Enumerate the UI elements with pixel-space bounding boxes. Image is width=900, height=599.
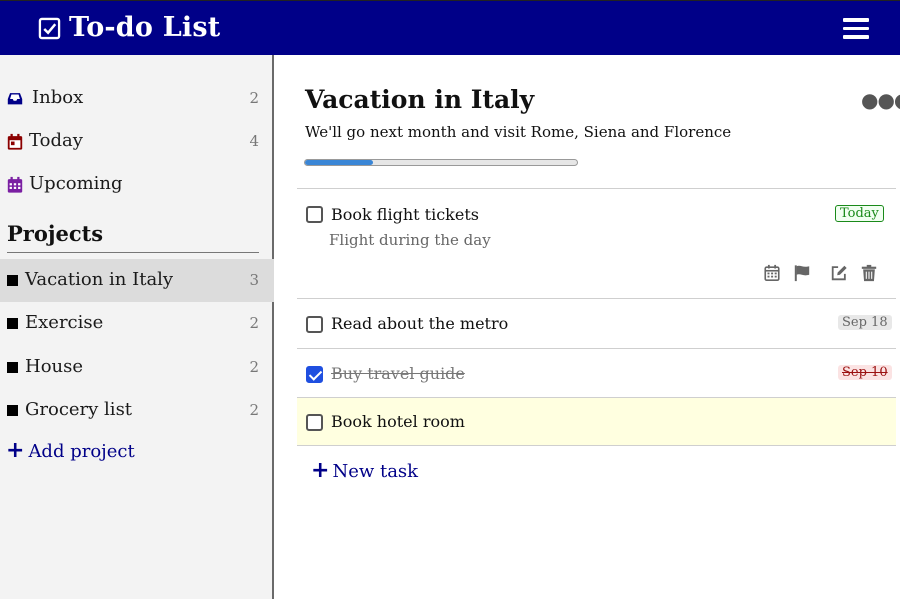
project-count: 2 <box>249 358 259 376</box>
add-project-button[interactable]: + Add project <box>6 438 135 463</box>
app-title: To-do List <box>69 12 221 43</box>
app-header: To-do List <box>0 0 900 55</box>
task-checkbox[interactable] <box>306 414 323 431</box>
project-view: Vacation in Italy ●●● We'll go next mont… <box>276 55 900 599</box>
project-label: House <box>25 356 84 377</box>
project-description: We'll go next month and visit Rome, Sien… <box>305 123 732 141</box>
due-date-badge: Today <box>835 205 884 222</box>
calendar-today-icon <box>7 133 23 150</box>
calendar-upcoming-icon <box>7 176 23 193</box>
edit-icon[interactable] <box>830 264 848 282</box>
plus-icon: + <box>6 438 25 463</box>
project-label: Vacation in Italy <box>25 269 174 290</box>
project-bullet-icon <box>7 318 18 329</box>
project-label: Exercise <box>25 312 104 333</box>
task-checkbox[interactable] <box>306 366 323 383</box>
project-count: 2 <box>249 401 259 419</box>
sidebar-item-inbox[interactable]: Inbox 2 <box>0 78 274 120</box>
due-date-badge: Sep 10 <box>838 365 892 380</box>
sidebar-item-label: Today <box>29 130 83 151</box>
due-date-badge: Sep 18 <box>838 315 892 330</box>
inbox-icon <box>7 93 23 105</box>
new-task-label: New task <box>332 461 419 482</box>
plus-icon: + <box>311 458 330 483</box>
sidebar-item-upcoming[interactable]: Upcoming <box>0 164 274 206</box>
projects-heading: Projects <box>7 221 259 253</box>
sidebar-item-count: 2 <box>249 89 259 107</box>
project-bullet-icon <box>7 405 18 416</box>
sidebar-item-count: 4 <box>249 132 259 150</box>
sidebar-project-house[interactable]: House 2 <box>0 346 274 389</box>
task-note: Flight during the day <box>329 231 491 249</box>
task-checkbox[interactable] <box>306 206 323 223</box>
calendar-icon[interactable] <box>763 264 781 282</box>
sidebar: Inbox 2 Today 4 Upcoming Projects Vacati… <box>0 55 274 599</box>
task-row[interactable]: Book hotel room <box>297 397 896 446</box>
task-row[interactable]: Buy travel guide Sep 10 <box>297 348 896 397</box>
task-title[interactable]: Read about the metro <box>331 314 508 333</box>
project-count: 2 <box>249 314 259 332</box>
trash-icon[interactable] <box>860 264 878 282</box>
hamburger-menu-icon[interactable] <box>843 18 869 40</box>
project-bullet-icon <box>7 275 18 286</box>
flag-icon[interactable] <box>793 264 811 282</box>
page-title: Vacation in Italy <box>305 85 535 114</box>
sidebar-project-exercise[interactable]: Exercise 2 <box>0 302 274 345</box>
sidebar-item-label: Inbox <box>32 87 84 108</box>
checkbox-logo-icon <box>38 17 61 40</box>
sidebar-project-grocery-list[interactable]: Grocery list 2 <box>0 389 274 432</box>
project-label: Grocery list <box>25 399 133 420</box>
add-project-label: Add project <box>28 441 135 462</box>
sidebar-item-today[interactable]: Today 4 <box>0 121 274 163</box>
task-title[interactable]: Buy travel guide <box>331 364 465 383</box>
new-task-button[interactable]: + New task <box>311 458 418 483</box>
task-row[interactable]: Read about the metro Sep 18 <box>297 298 896 348</box>
task-checkbox[interactable] <box>306 316 323 333</box>
more-horizontal-icon[interactable]: ●●● <box>861 88 900 112</box>
project-count: 3 <box>249 271 259 289</box>
sidebar-item-label: Upcoming <box>29 173 123 194</box>
task-title[interactable]: Book hotel room <box>331 412 465 431</box>
progress-fill <box>305 160 373 165</box>
task-title[interactable]: Book flight tickets <box>331 205 479 224</box>
project-bullet-icon <box>7 362 18 373</box>
sidebar-project-vacation-in-italy[interactable]: Vacation in Italy 3 <box>0 259 274 302</box>
task-row[interactable]: Book flight tickets Flight during the da… <box>297 188 896 298</box>
project-progress-bar <box>304 159 578 166</box>
